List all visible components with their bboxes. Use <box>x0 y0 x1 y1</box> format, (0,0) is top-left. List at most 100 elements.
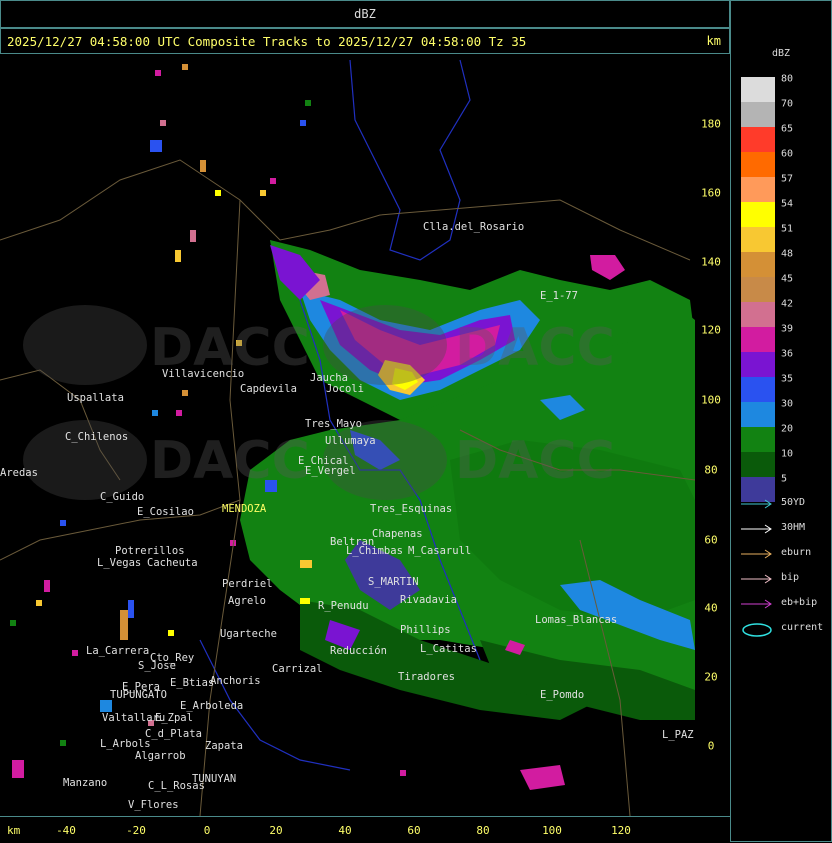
dbz-scale-label: 5 <box>781 473 788 485</box>
place-label: Lomas_Blancas <box>535 614 617 626</box>
place-label: Anchoris <box>210 675 261 687</box>
dbz-scale-label: 80 <box>781 73 794 85</box>
place-label: Capdevila <box>240 383 297 395</box>
track-legend-label: eburn <box>781 547 812 558</box>
y-tick-label: 60 <box>704 533 718 547</box>
dbz-color-scale <box>741 77 775 502</box>
place-label: Perdriel <box>222 578 273 590</box>
track-legend-item: eburn <box>741 545 831 563</box>
track-legend-label: eb+bip <box>781 597 818 608</box>
track-legend-item: 30HM <box>741 520 831 538</box>
dbz-scale-label: 10 <box>781 448 794 460</box>
dbz-swatch <box>741 302 775 327</box>
place-label: La_Carrera <box>86 645 149 657</box>
place-label: Manzano <box>63 777 107 789</box>
dbz-swatch <box>741 202 775 227</box>
dbz-swatch <box>741 127 775 152</box>
place-label: E_1-77 <box>540 290 578 302</box>
place-label: C_Chilenos <box>65 431 128 443</box>
place-label: Jaucha <box>310 372 348 384</box>
place-label: R_Penudu <box>318 600 369 612</box>
place-label: V_Flores <box>128 799 179 811</box>
dbz-scale-label: 35 <box>781 373 794 385</box>
x-tick-label: 40 <box>338 824 352 837</box>
track-legend-item: 50YD <box>741 495 831 513</box>
x-tick-label: 80 <box>476 824 490 837</box>
place-label: TUPUNGATO <box>110 689 167 701</box>
place-label: E_Arboleda <box>180 700 243 712</box>
dbz-scale-label: 39 <box>781 323 794 335</box>
place-label: Tres_Mayo <box>305 418 362 430</box>
place-label: L_Catitas <box>420 643 477 655</box>
svg-text:DACC: DACC <box>455 431 615 491</box>
place-label: Carrizal <box>272 663 323 675</box>
current-legend-item: current <box>741 620 831 638</box>
place-label: E_Btias <box>170 677 214 689</box>
svg-text:DACC: DACC <box>150 431 310 491</box>
place-label: Jocoli <box>326 383 364 395</box>
dbz-scale-label: 60 <box>781 148 794 160</box>
ellipse-icon <box>742 623 772 637</box>
y-tick-label: 80 <box>704 463 718 477</box>
dbz-scale-label: 70 <box>781 98 794 110</box>
place-label: TUNUYAN <box>192 773 236 785</box>
x-tick-label: -20 <box>126 824 146 837</box>
place-label: Villavicencio <box>162 368 244 380</box>
timestamp-header: 2025/12/27 04:58:00 UTC Composite Tracks… <box>7 34 527 49</box>
dbz-swatch <box>741 77 775 102</box>
arrow-icon <box>741 599 772 609</box>
place-label: L_Arbols <box>100 738 151 750</box>
arrow-icon <box>741 524 772 534</box>
dbz-scale-label: 48 <box>781 248 794 260</box>
place-label: E_Zpal <box>155 712 193 724</box>
place-label: Ullumaya <box>325 435 376 447</box>
dbz-swatch <box>741 377 775 402</box>
x-tick-label: 100 <box>542 824 562 837</box>
dbz-scale-label: 57 <box>781 173 794 185</box>
dbz-swatch <box>741 102 775 127</box>
product-title: dBZ <box>354 7 376 21</box>
place-label: Beltran <box>330 536 374 548</box>
y-tick-label: 120 <box>701 323 721 337</box>
dbz-swatch <box>741 402 775 427</box>
km-unit-label: km <box>706 34 721 48</box>
x-tick-label: 20 <box>269 824 283 837</box>
place-label: Zapata <box>205 740 243 752</box>
place-label: E_Vergel <box>305 465 356 477</box>
dbz-swatch <box>741 252 775 277</box>
legend-panel: dBZ 80 70 65 60 57 54 51 48 45 42 39 36 35 30 20 10 5 50Y… <box>730 0 832 842</box>
dbz-swatch <box>741 327 775 352</box>
top-title-bar: dBZ <box>0 0 730 28</box>
dbz-swatch <box>741 152 775 177</box>
dbz-scale-label: 30 <box>781 398 794 410</box>
track-legend-label: bip <box>781 572 800 583</box>
x-axis: km -40 -20 0 20 40 60 80 100 120 <box>0 816 730 843</box>
place-label: S_MARTIN <box>368 576 419 588</box>
dbz-scale-label: 65 <box>781 123 794 135</box>
place-label: C_d_Plata <box>145 728 202 740</box>
dbz-swatch <box>741 452 775 477</box>
x-tick-label: 60 <box>407 824 421 837</box>
dbz-scale-label: 54 <box>781 198 794 210</box>
dbz-scale-label: 36 <box>781 348 794 360</box>
y-tick-label: 100 <box>701 393 721 407</box>
dbz-scale-label: 20 <box>781 423 794 435</box>
header-bar: 2025/12/27 04:58:00 UTC Composite Tracks… <box>0 28 730 54</box>
place-label: MENDOZA <box>222 503 267 515</box>
place-label: S_Jose <box>138 660 176 672</box>
track-legend-label: 30HM <box>781 522 806 533</box>
place-label: L_PAZ <box>662 729 694 741</box>
legend-title: dBZ <box>771 48 791 59</box>
place-label: Chapenas <box>372 528 423 540</box>
place-label: Rivadavia <box>400 594 457 606</box>
current-legend-label: current <box>781 622 824 633</box>
y-tick-label: 180 <box>701 117 721 131</box>
place-label: Clla.del_Rosario <box>423 221 524 233</box>
place-label: Ugarteche <box>220 628 277 640</box>
dbz-swatch <box>741 352 775 377</box>
y-tick-label: 160 <box>701 186 721 200</box>
place-label: Reducción <box>330 645 387 657</box>
place-label: Agrelo <box>228 595 266 607</box>
radar-map[interactable]: DACC DACC DACC DACC Clla.del_Rosario E_1-… <box>0 54 695 816</box>
y-tick-label: 40 <box>704 601 718 615</box>
